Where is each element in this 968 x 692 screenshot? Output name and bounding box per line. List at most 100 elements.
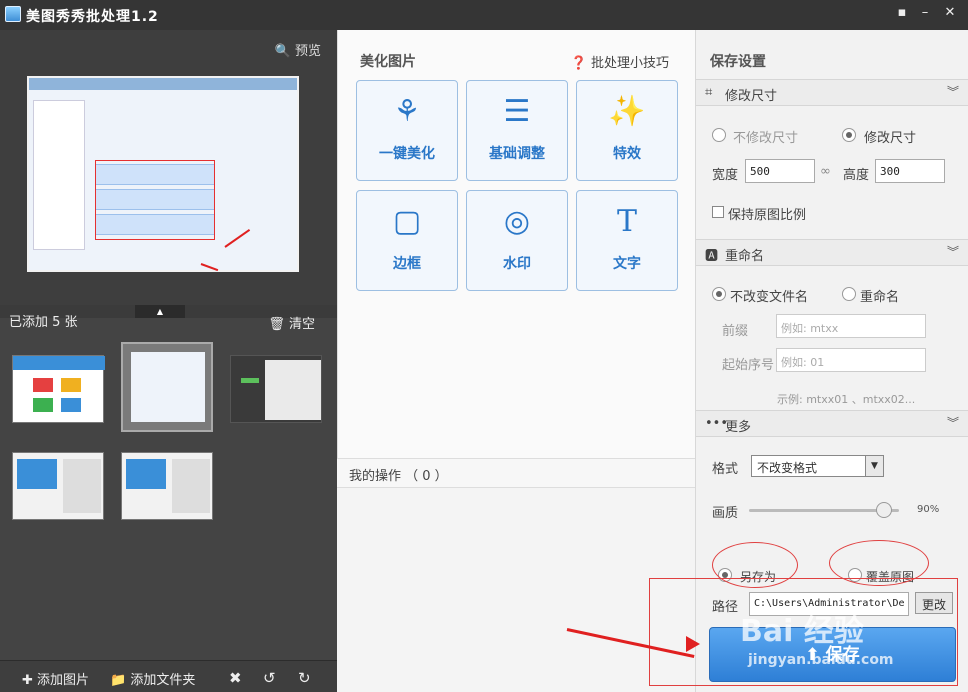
add-image-button[interactable]: ✚ 添加图片: [22, 669, 89, 688]
crop-icon: ⌗: [705, 85, 713, 100]
no-resize-label: 不修改尺寸: [733, 131, 799, 146]
tool-effects[interactable]: ✨ 特效: [576, 80, 678, 181]
keep-ratio-checkbox[interactable]: [712, 206, 724, 218]
delete-icon[interactable]: ✖: [229, 669, 242, 687]
image-thumbnail[interactable]: [121, 452, 213, 520]
preview-icon: 🔍: [274, 44, 291, 59]
rename-A-icon: 🅰: [705, 249, 719, 264]
frame-icon: ▢: [392, 204, 422, 239]
keep-ratio-label: 保持原图比例: [728, 208, 807, 223]
dropdown-arrow-icon: ▼: [865, 456, 883, 476]
prefix-input[interactable]: 例如: mtxx: [776, 314, 926, 338]
my-operations-bar: 我的操作 （ 0 ）: [337, 458, 695, 488]
preview-arrow: [200, 263, 219, 272]
magic-wand-icon: ✨: [608, 94, 646, 129]
rotate-right-icon[interactable]: ↻: [298, 669, 311, 687]
tulip-icon: ⚘: [393, 94, 421, 129]
preview-highlight-box: [95, 160, 215, 240]
preview-image-titlebar: [29, 78, 297, 90]
height-label: 高度: [843, 168, 870, 183]
help-icon: ❓: [570, 56, 587, 71]
start-number-label: 起始序号: [722, 358, 775, 373]
save-settings-title: 保存设置: [710, 54, 766, 70]
quality-slider-knob[interactable]: [876, 502, 892, 518]
image-thumbnail[interactable]: [12, 452, 104, 520]
preview-button[interactable]: 🔍 预览: [275, 40, 321, 59]
trash-icon: 🗑: [268, 317, 285, 332]
window-title: 美图秀秀批处理1.2: [26, 9, 159, 25]
keep-filename-label: 不改变文件名: [730, 290, 809, 305]
tool-auto-beautify[interactable]: ⚘ 一键美化: [356, 80, 458, 181]
app-logo-icon: [5, 6, 21, 22]
height-input[interactable]: 300: [875, 159, 945, 183]
tool-frame[interactable]: ▢ 边框: [356, 190, 458, 291]
thumbnail-tile: [61, 398, 81, 412]
watermark-seal-icon: ◎: [503, 204, 531, 239]
thumbnail-tile: [61, 378, 81, 392]
preview-arrow: [224, 228, 251, 248]
bottom-toolbar: ✚ 添加图片 📁 添加文件夹 ✖ ↺ ↻: [0, 660, 337, 692]
thumbnail-content: [172, 459, 210, 513]
beautify-tools: 美化图片 ❓ 批处理小技巧 ⚘ 一键美化 ☰ 基础调整 ✨ 特效 ▢ 边框 ◎ …: [337, 30, 695, 458]
chevron-down-icon: ︾: [946, 245, 959, 259]
watermark-url: jingyan.baidu.com: [748, 652, 894, 668]
text-T-icon: T: [616, 204, 637, 239]
preview-area: 🔍 预览: [0, 30, 337, 305]
batch-tips-link[interactable]: ❓ 批处理小技巧: [571, 52, 669, 71]
thumbnail-tile: [33, 398, 53, 412]
thumbnail-content: [17, 459, 57, 489]
clear-button[interactable]: 🗑 清空: [268, 313, 315, 332]
feedback-icon[interactable]: ▪: [893, 4, 911, 22]
start-number-input[interactable]: 例如: 01: [776, 348, 926, 372]
resize-label: 修改尺寸: [864, 131, 917, 146]
rename-header[interactable]: 🅰 重命名 ︾: [696, 239, 968, 266]
beautify-panel: 美化图片 ❓ 批处理小技巧 ⚘ 一键美化 ☰ 基础调整 ✨ 特效 ▢ 边框 ◎ …: [337, 30, 695, 692]
thumbnail-tile: [241, 378, 259, 383]
tool-text[interactable]: T 文字: [576, 190, 678, 291]
preview-image: [27, 76, 299, 272]
folder-icon: 📁: [110, 673, 127, 688]
thumbnail-content: [63, 459, 101, 513]
format-select[interactable]: 不改变格式 ▼: [751, 455, 884, 477]
rotate-left-icon[interactable]: ↺: [263, 669, 276, 687]
quality-label: 画质: [712, 506, 739, 521]
thumbnail-content: [265, 360, 321, 420]
image-thumbnail-selected[interactable]: [121, 342, 213, 432]
minimize-button[interactable]: –: [916, 4, 934, 22]
width-label: 宽度: [712, 168, 739, 183]
rename-radio[interactable]: [842, 287, 856, 301]
width-input[interactable]: 500: [745, 159, 815, 183]
format-label: 格式: [712, 462, 739, 477]
keep-filename-radio[interactable]: [712, 287, 726, 301]
link-ratio-icon[interactable]: ∞: [820, 164, 831, 179]
close-button[interactable]: ✕: [941, 4, 959, 22]
watermark-logo: Bai 经验: [740, 614, 864, 649]
beautify-title: 美化图片: [360, 54, 416, 70]
tool-watermark[interactable]: ◎ 水印: [466, 190, 568, 291]
thumbnail-content: [131, 352, 205, 422]
resize-header[interactable]: ⌗ 修改尺寸 ︾: [696, 79, 968, 106]
resize-radio[interactable]: [842, 128, 856, 142]
rename-label: 重命名: [860, 290, 900, 305]
collapse-preview-button[interactable]: ▲: [135, 305, 185, 318]
preview-image-sidebar: [33, 100, 85, 250]
tool-basic-adjust[interactable]: ☰ 基础调整: [466, 80, 568, 181]
thumbnail-header: [13, 356, 105, 370]
annotation-arrowhead: [686, 636, 700, 652]
image-thumbnail[interactable]: [12, 355, 105, 423]
rename-example: 示例: mtxx01 、mtxx02...: [777, 393, 916, 406]
sliders-icon: ☰: [503, 94, 531, 129]
more-header[interactable]: ••• 更多 ︾: [696, 410, 968, 437]
format-value: 不改变格式: [757, 461, 818, 475]
no-resize-radio[interactable]: [712, 128, 726, 142]
image-list-panel: 🔍 预览 ▲ 已添加 5 张 🗑 清空 ✚ 添加图片 📁 添加文件夹 ✖ ↺ ↻: [0, 30, 337, 692]
image-thumbnail[interactable]: [230, 355, 322, 423]
chevron-down-icon: ︾: [946, 85, 959, 99]
plus-icon: ✚: [22, 673, 33, 688]
prefix-label: 前缀: [722, 324, 749, 339]
added-count: 已添加 5 张: [9, 315, 78, 330]
thumbnail-content: [126, 459, 166, 489]
my-operations-label: 我的操作 （ 0 ）: [349, 469, 448, 484]
thumbnail-tile: [33, 378, 53, 392]
add-folder-button[interactable]: 📁 添加文件夹: [110, 669, 195, 688]
